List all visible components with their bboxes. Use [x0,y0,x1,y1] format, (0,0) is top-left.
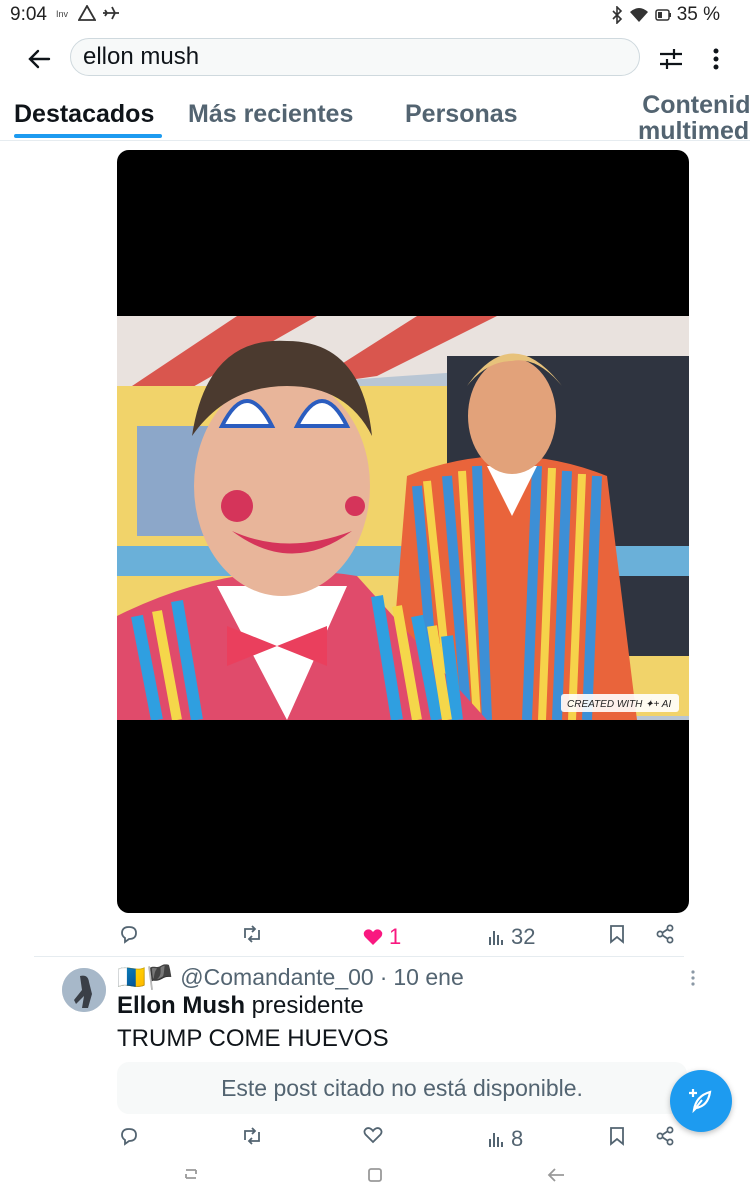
views-button[interactable]: 32 [487,924,535,950]
post-media[interactable]: CREATED WITH ✦+ AI [117,150,689,913]
tab-destacados[interactable]: Destacados [14,100,154,129]
search-header: ellon mush [0,34,750,82]
more-vertical-icon[interactable] [704,44,728,74]
avatar[interactable] [62,968,106,1012]
status-bar: 9:04 Inv 35 % [0,0,750,30]
view-count: 8 [511,1126,524,1151]
tab-personas[interactable]: Personas [405,100,518,129]
post-more-icon[interactable] [688,968,698,988]
share-icon [655,1126,675,1146]
share-icon [655,924,675,944]
tab-mas-recientes[interactable]: Más recientes [188,100,353,129]
search-tabs: Destacados Más recientes Personas Conten… [0,92,750,141]
like-button[interactable]: 1 [363,924,401,950]
repost-icon [241,1126,263,1146]
repost-button[interactable] [241,924,269,944]
views-icon [487,1130,505,1148]
tab-contenido-multimedia[interactable]: Contenido multimedia [624,92,750,140]
share-button[interactable] [655,924,675,944]
views-icon [487,928,505,946]
post-text-line2: TRUMP COME HUEVOS [117,1025,389,1052]
sim-icon: Inv [56,7,72,19]
post-divider [34,956,684,957]
post-text-line1: Ellon Mush presidente [117,992,364,1020]
search-input[interactable]: ellon mush [70,38,640,76]
back-nav-icon[interactable] [546,1166,566,1184]
heart-filled-icon [363,928,383,946]
view-count: 32 [511,924,536,949]
reply-icon [119,924,139,944]
bookmark-icon [609,924,625,944]
compose-feather-icon [686,1086,716,1116]
bluetooth-icon [611,6,623,24]
meta-separator: · [379,964,388,990]
quoted-post-unavailable: Este post citado no está disponible. [117,1062,687,1114]
post-text-bold: Ellon Mush [117,992,245,1019]
airplane-icon [102,5,120,21]
post-handle[interactable]: @Comandante_00 [180,964,373,991]
reply-button[interactable] [119,924,145,944]
wifi-icon [629,7,649,23]
home-icon[interactable] [366,1166,384,1184]
post-actions: 1 32 [117,924,689,954]
reply-icon [119,1126,139,1146]
battery-percent: 35 % [676,4,720,25]
repost-icon [241,924,263,944]
post-time[interactable]: 10 ene [393,964,463,991]
recents-icon[interactable] [182,1166,202,1182]
filter-sliders-icon[interactable] [656,44,686,74]
flag-icons: 🇮🇨🏴 [117,964,175,990]
share-button[interactable] [655,1126,675,1146]
back-arrow-icon[interactable] [24,44,54,74]
active-tab-indicator [14,134,162,138]
compose-post-button[interactable] [670,1070,732,1132]
bookmark-button[interactable] [609,1126,625,1146]
svg-text:Inv: Inv [56,9,69,19]
views-button[interactable]: 8 [487,1126,523,1152]
like-count: 1 [389,924,402,949]
system-nav-bar [0,1160,750,1200]
post-header: 🇮🇨🏴 @Comandante_00 · 10 ene [117,964,464,991]
like-button[interactable] [363,1126,389,1144]
warning-icon [78,5,96,21]
post-text-rest: presidente [245,992,364,1019]
reply-button[interactable] [119,1126,145,1146]
bookmark-button[interactable] [609,924,625,944]
post-image: CREATED WITH ✦+ AI [117,316,689,720]
status-time: 9:04 [10,4,47,25]
heart-icon [363,1126,383,1144]
bookmark-icon [609,1126,625,1146]
repost-button[interactable] [241,1126,269,1146]
ai-badge: CREATED WITH ✦+ AI [567,699,671,710]
battery-icon [654,9,671,21]
post-actions: 8 [117,1126,689,1156]
